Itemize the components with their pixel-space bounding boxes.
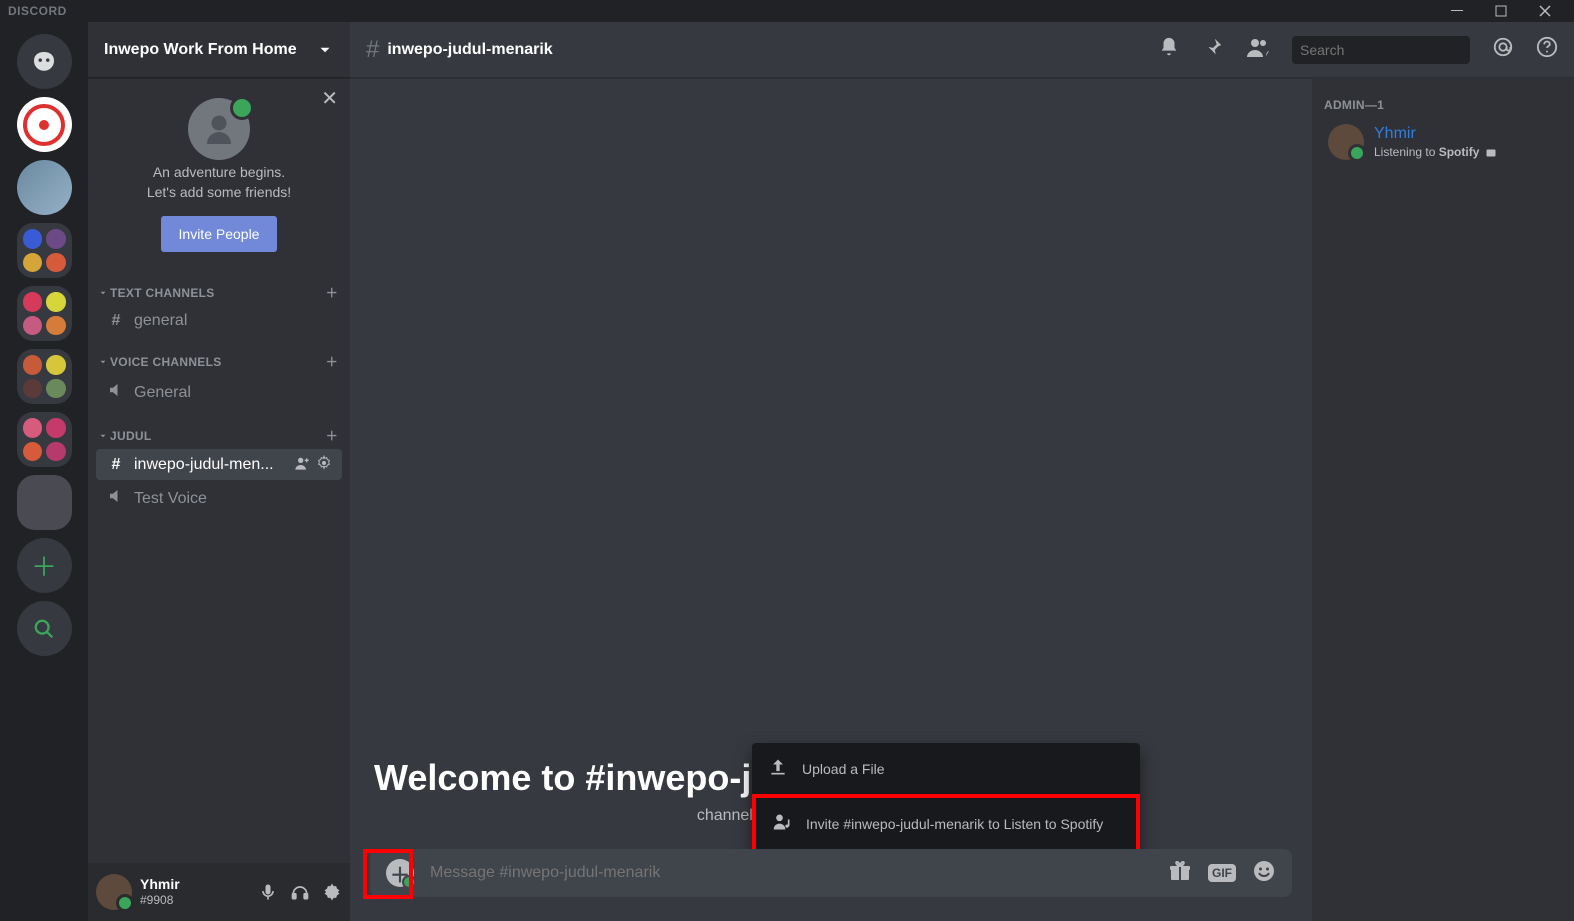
server-folder[interactable] [17,349,72,404]
chat-header: # inwepo-judul-menarik [350,22,1574,78]
help-icon[interactable] [1536,36,1558,63]
gift-icon[interactable] [1168,859,1192,888]
invite-avatar-icon [188,98,250,160]
user-panel: Yhmir #9908 [88,863,350,921]
server-header[interactable]: Inwepo Work From Home [88,22,350,78]
window-close-button[interactable] [1532,0,1558,22]
speaker-icon [106,381,126,404]
explore-servers-button[interactable] [17,601,72,656]
category-voice[interactable]: VOICE CHANNELS ＋ [88,337,350,374]
hash-icon: # [366,36,379,64]
server-item[interactable] [17,97,72,152]
category-judul[interactable]: JUDUL ＋ [88,411,350,448]
bell-icon[interactable] [1158,36,1180,63]
server-folder[interactable] [17,223,72,278]
upload-file-button[interactable]: Upload a File [752,743,1140,794]
channel-general-voice[interactable]: General [96,375,342,410]
channel-test-voice[interactable]: Test Voice [96,481,342,516]
channel-sidebar: Inwepo Work From Home ✕ ✦ ·○ · An advent… [88,22,350,921]
rich-presence-icon [1485,147,1497,159]
server-item[interactable] [17,475,72,530]
gear-icon[interactable] [316,455,332,474]
search-box[interactable] [1292,36,1470,64]
server-name: Inwepo Work From Home [104,41,297,59]
mute-icon[interactable] [258,882,278,902]
home-button[interactable] [17,34,72,89]
chevron-down-icon [316,41,334,59]
channel-title: inwepo-judul-menarik [387,41,552,59]
close-icon[interactable]: ✕ [321,86,338,111]
invite-people-button[interactable]: Invite People [161,216,278,252]
hash-icon: # [106,312,126,330]
server-list: ＋ [0,22,88,921]
server-folder[interactable] [17,412,72,467]
upload-icon [768,757,788,780]
avatar [1328,124,1364,160]
emoji-icon[interactable] [1252,859,1276,888]
window-maximize-button[interactable] [1488,0,1514,22]
chevron-down-icon [98,431,108,441]
add-server-button[interactable]: ＋ [17,538,72,593]
server-folder[interactable] [17,286,72,341]
member-row[interactable]: Yhmir Listening to Spotify [1324,120,1562,164]
invite-text-line2: Let's add some friends! [147,184,291,200]
avatar[interactable] [96,874,132,910]
titlebar: DISCORD [0,0,1574,22]
invite-spotify-button[interactable]: Invite #inwepo-judul-menarik to Listen t… [752,794,1140,853]
speaker-icon [106,487,126,510]
message-input[interactable] [430,864,1152,882]
member-list: ADMIN—1 Yhmir Listening to Spotify [1312,78,1574,921]
add-channel-icon[interactable]: ＋ [326,284,338,301]
gear-icon[interactable] [322,882,342,902]
hash-icon: # [106,456,126,474]
app-brand: DISCORD [8,4,67,18]
pin-icon[interactable] [1202,36,1224,63]
member-status: Listening to Spotify [1374,145,1497,161]
attach-button[interactable]: ＋ [386,859,414,887]
add-channel-icon[interactable]: ＋ [326,427,338,444]
user-tag: #9908 [140,893,250,907]
deafen-icon[interactable] [290,882,310,902]
attachment-menu: Upload a File Invite #inwepo-judul-menar… [752,743,1140,853]
member-name: Yhmir [1374,124,1497,145]
window-minimize-button[interactable] [1444,0,1470,22]
channel-general[interactable]: # general [96,306,342,336]
message-area: Welcome to #inwepo-judul-menarik! This i… [350,78,1312,921]
role-header: ADMIN—1 [1324,98,1562,112]
server-item[interactable] [17,160,72,215]
create-invite-icon[interactable] [294,455,310,474]
mentions-icon[interactable] [1492,36,1514,63]
category-text[interactable]: TEXT CHANNELS ＋ [88,268,350,305]
chevron-down-icon [98,288,108,298]
gif-button[interactable]: GIF [1208,864,1236,882]
invite-text-line1: An adventure begins. [153,164,285,180]
invite-card: ✕ ✦ ·○ · An adventure begins. Let's add … [88,78,350,268]
members-icon[interactable] [1246,35,1270,64]
message-input-bar: ＋ GIF [370,849,1292,897]
user-name: Yhmir [140,876,250,893]
add-channel-icon[interactable]: ＋ [326,353,338,370]
chevron-down-icon [98,357,108,367]
user-music-icon [772,812,792,835]
search-input[interactable] [1300,42,1481,58]
channel-inwepo-judul[interactable]: # inwepo-judul-men... [96,449,342,480]
